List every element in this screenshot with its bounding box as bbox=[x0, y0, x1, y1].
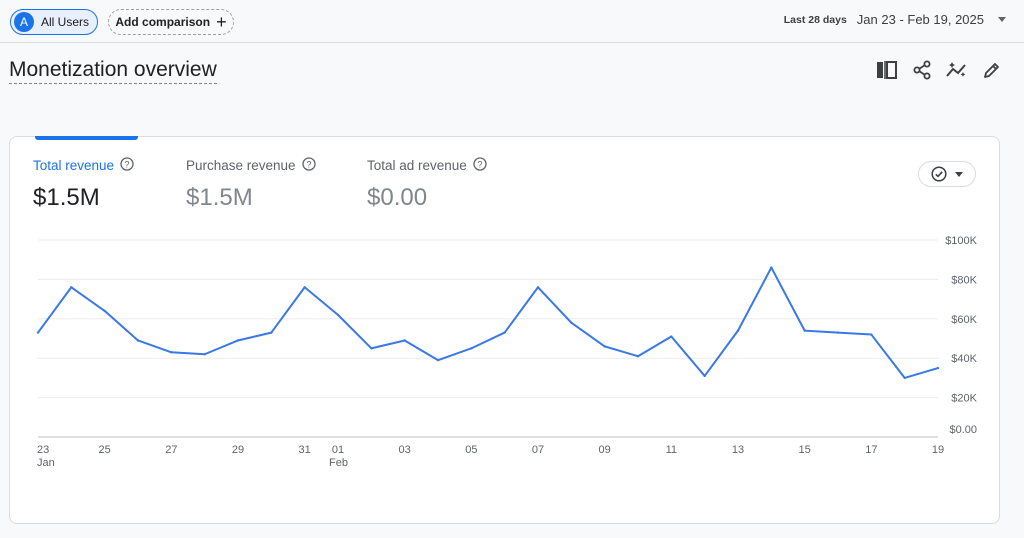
x-tick-label: 13 bbox=[732, 444, 744, 456]
date-preset-label: Last 28 days bbox=[783, 13, 847, 26]
x-tick-label: 23 bbox=[37, 444, 49, 456]
x-tick-label: 19 bbox=[932, 444, 944, 456]
data-point bbox=[203, 353, 206, 356]
data-point bbox=[736, 329, 740, 332]
x-tick-label: 25 bbox=[99, 444, 111, 456]
data-point bbox=[236, 339, 240, 342]
share-icon[interactable] bbox=[910, 58, 934, 82]
page-title: Monetization overview bbox=[9, 58, 217, 84]
data-point bbox=[303, 286, 306, 289]
data-point bbox=[370, 347, 373, 350]
data-point bbox=[336, 313, 340, 317]
compare-columns-icon[interactable] bbox=[875, 58, 899, 82]
data-point bbox=[536, 286, 540, 289]
data-point bbox=[70, 286, 73, 289]
add-comparison-button[interactable]: Add comparison + bbox=[108, 9, 234, 35]
data-point bbox=[270, 331, 273, 334]
data-point bbox=[470, 347, 473, 350]
x-tick-label: 07 bbox=[532, 444, 544, 456]
add-comparison-label: Add comparison bbox=[115, 15, 211, 29]
date-range-label: Jan 23 - Feb 19, 2025 bbox=[856, 12, 984, 27]
data-point bbox=[36, 331, 40, 334]
segment-label: All Users bbox=[41, 15, 90, 29]
insights-icon[interactable] bbox=[945, 58, 969, 82]
data-point bbox=[403, 339, 406, 342]
x-tick-label: 09 bbox=[599, 444, 611, 456]
data-point bbox=[570, 321, 573, 324]
data-point bbox=[436, 358, 440, 362]
y-tick-label: $0.00 bbox=[949, 424, 977, 436]
data-point bbox=[936, 366, 940, 370]
plus-icon: + bbox=[216, 12, 227, 32]
x-tick-label: 31 bbox=[299, 444, 311, 456]
x-tick-label: 17 bbox=[865, 444, 877, 456]
report-toolbar bbox=[864, 58, 1004, 82]
x-tick-label: 05 bbox=[465, 444, 477, 456]
x-tick-label: 03 bbox=[399, 444, 411, 456]
y-tick-label: $80K bbox=[951, 274, 977, 286]
data-point bbox=[770, 266, 773, 269]
data-point bbox=[903, 376, 906, 380]
data-point bbox=[170, 351, 173, 354]
data-point bbox=[503, 331, 506, 334]
data-point bbox=[703, 374, 706, 378]
dropdown-caret-icon bbox=[998, 17, 1006, 22]
date-range-picker[interactable]: Last 28 days Jan 23 - Feb 19, 2025 bbox=[784, 12, 1006, 27]
x-tick-label: Jan bbox=[37, 457, 55, 469]
data-point bbox=[870, 333, 873, 336]
x-tick-label: 15 bbox=[799, 444, 811, 456]
data-point bbox=[603, 345, 606, 348]
data-point bbox=[670, 335, 673, 338]
revenue-card: Total revenue ? $1.5M Purchase revenue ?… bbox=[9, 136, 1000, 524]
segment-avatar: A bbox=[14, 12, 34, 32]
y-tick-label: $60K bbox=[951, 314, 977, 326]
edit-pencil-icon[interactable] bbox=[980, 58, 1004, 82]
x-tick-label: 29 bbox=[232, 444, 244, 456]
x-tick-label: Feb bbox=[329, 457, 348, 469]
revenue-line-chart: $0.00 $20K $40K $60K $80K $100K 23Jan 25 27 29 31 0… bbox=[36, 235, 978, 469]
data-point bbox=[136, 339, 140, 342]
x-tick-label: 27 bbox=[165, 444, 177, 456]
x-tick-label: 11 bbox=[666, 444, 677, 456]
data-point bbox=[803, 329, 806, 332]
y-tick-label: $100K bbox=[945, 235, 977, 247]
y-tick-label: $40K bbox=[951, 353, 977, 365]
series-line bbox=[37, 266, 939, 379]
y-tick-label: $20K bbox=[951, 393, 977, 405]
data-point bbox=[836, 331, 840, 334]
data-point bbox=[636, 355, 640, 358]
segment-chip-all-users[interactable]: A All Users bbox=[10, 9, 98, 35]
data-point bbox=[103, 309, 106, 313]
x-tick-label: 01 bbox=[332, 444, 344, 456]
top-bar: A All Users Add comparison + Last 28 day… bbox=[0, 0, 1024, 43]
